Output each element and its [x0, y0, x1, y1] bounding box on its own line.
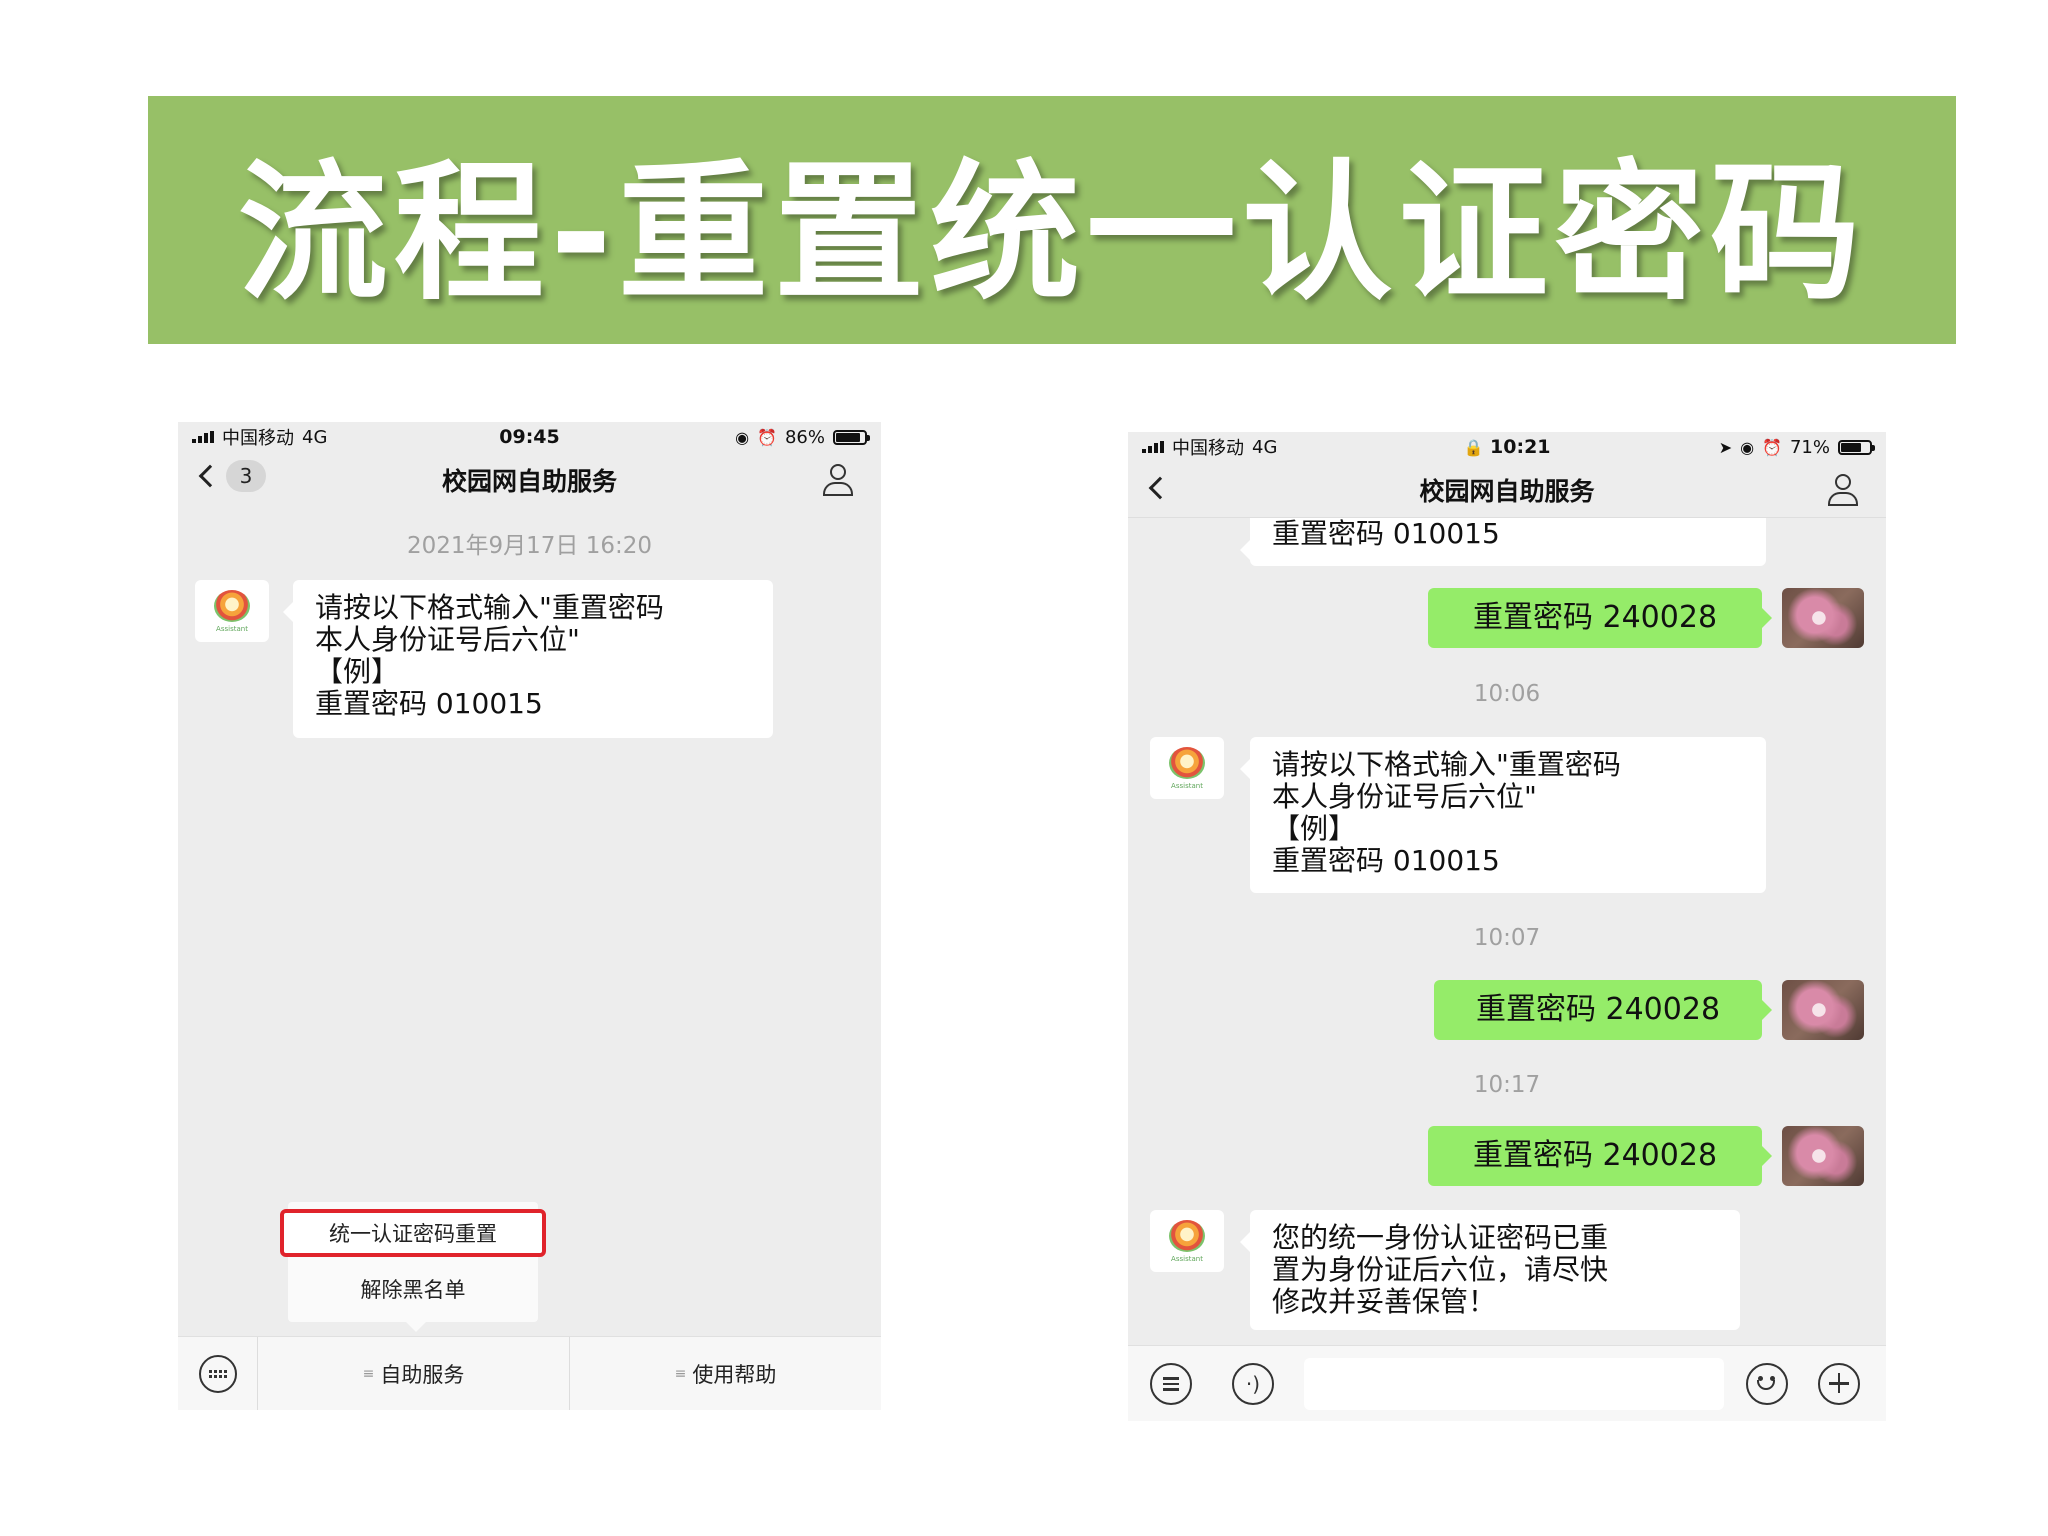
menu-lines-icon: ≡ [362, 1365, 375, 1382]
chat-title: 校园网自助服务 [441, 467, 617, 496]
back-chevron-icon [1148, 476, 1172, 500]
bottom-menu-bar: ≡ 自助服务 ≡ 使用帮助 [178, 1336, 881, 1410]
menu-toggle-icon[interactable] [1150, 1363, 1192, 1405]
message-line: 请按以下格式输入"重置密码 [315, 591, 664, 624]
back-button[interactable]: 3 [196, 460, 266, 492]
back-button[interactable] [1146, 476, 1172, 500]
assistant-logo-icon [1169, 746, 1205, 779]
message-line: 修改并妥善保管！ [1272, 1285, 1497, 1318]
message-line: 本人身份证号后六位" [315, 623, 580, 656]
sent-message[interactable]: 重置密码 240028 [1434, 980, 1772, 1040]
battery-icon [833, 429, 870, 445]
nav-bar: 校园网自助服务 [1128, 462, 1886, 518]
bot-message-result[interactable]: 您的统一身份认证密码已重 置为身份证后六位，请尽快 修改并妥善保管！ [1240, 1210, 1740, 1330]
title-banner: 流程-重置统一认证密码 [148, 96, 1956, 344]
banner-title: 流程-重置统一认证密码 [237, 146, 1867, 321]
alarm-icon: ⏰ [1762, 437, 1782, 457]
assistant-logo-icon [1169, 1219, 1205, 1252]
plus-icon[interactable] [1818, 1363, 1860, 1405]
message-line: 重置密码 010015 [315, 687, 543, 720]
signal-icon [192, 431, 214, 443]
keyboard-toggle[interactable] [178, 1337, 258, 1410]
message-line: 本人身份证号后六位" [1272, 780, 1537, 813]
message-line: 【例】 [1272, 812, 1357, 845]
avatar-caption: Assistant [216, 624, 248, 633]
menu-self-service[interactable]: ≡ 自助服务 [258, 1337, 570, 1410]
user-avatar[interactable] [1782, 980, 1864, 1040]
battery-percent: 71% [1789, 436, 1830, 458]
message-line: 请按以下格式输入"重置密码 [1272, 748, 1621, 781]
phone-screenshot-left: 中国移动 4G 09:45 ◉ ⏰ 86% 3 校园网自助服务 2021年9月1… [178, 422, 881, 1410]
bot-avatar[interactable]: Assistant [1150, 737, 1224, 799]
chat-timestamp: 10:07 [1473, 925, 1541, 951]
message-line: 重置密码 010015 [1272, 517, 1500, 550]
avatar-caption: Assistant [1171, 781, 1203, 790]
bot-message[interactable]: 请按以下格式输入"重置密码 本人身份证号后六位" 【例】 重置密码 010015 [1240, 737, 1766, 893]
status-bar: 中国移动 4G 09:45 ◉ ⏰ 86% [178, 422, 881, 452]
phone-screenshot-right: 中国移动 4G 🔒 10:21 ➤ ◉ ⏰ 71% 校园网自助服务 重置密码 0… [1128, 432, 1886, 1421]
user-avatar[interactable] [1782, 1126, 1864, 1186]
status-bar: 中国移动 4G 🔒 10:21 ➤ ◉ ⏰ 71% [1128, 432, 1886, 462]
alarm-icon: ⏰ [757, 427, 777, 447]
network-label: 4G [1252, 436, 1278, 458]
message-line: 【例】 [315, 655, 400, 688]
chat-timestamp: 10:06 [1473, 681, 1541, 707]
chat-title: 校园网自助服务 [1419, 476, 1595, 506]
message-input[interactable] [1304, 1358, 1724, 1410]
rotation-lock-icon: ◉ [1740, 437, 1755, 457]
carrier-label: 中国移动 [1172, 438, 1244, 459]
sent-message[interactable]: 重置密码 240028 [1428, 1126, 1772, 1186]
menu-label: 使用帮助 [692, 1362, 777, 1387]
input-bar: ·) [1128, 1345, 1886, 1421]
sent-message[interactable]: 重置密码 240028 [1428, 588, 1772, 648]
bot-avatar[interactable]: Assistant [1150, 1210, 1224, 1272]
menu-help[interactable]: ≡ 使用帮助 [570, 1337, 881, 1410]
assistant-logo-icon [214, 589, 250, 622]
user-avatar[interactable] [1782, 588, 1864, 648]
message-line: 置为身份证后六位，请尽快 [1272, 1253, 1609, 1286]
message-line: 您的统一身份认证密码已重 [1272, 1221, 1609, 1254]
unread-badge: 3 [226, 460, 266, 492]
emoji-icon[interactable] [1746, 1363, 1788, 1405]
signal-icon [1142, 441, 1164, 453]
menu-item-reset-password[interactable]: 统一认证密码重置 [280, 1209, 546, 1257]
location-icon: ➤ [1718, 437, 1733, 457]
chat-timestamp: 2021年9月17日 16:20 [406, 533, 653, 559]
lock-icon: 🔒 [1463, 438, 1484, 457]
menu-item-remove-blacklist[interactable]: 解除黑名单 [288, 1270, 538, 1310]
avatar-caption: Assistant [1171, 1254, 1203, 1263]
carrier-label: 中国移动 [222, 428, 294, 449]
chat-timestamp: 10:17 [1473, 1072, 1541, 1098]
nav-bar: 3 校园网自助服务 [178, 452, 881, 508]
bot-avatar[interactable]: Assistant [195, 580, 269, 642]
bot-message-partial[interactable]: 重置密码 010015 [1240, 517, 1766, 566]
message-line: 重置密码 010015 [1272, 844, 1500, 877]
person-icon[interactable] [823, 464, 853, 496]
network-label: 4G [302, 426, 328, 448]
menu-lines-icon: ≡ [674, 1365, 687, 1382]
voice-icon[interactable]: ·) [1232, 1363, 1274, 1405]
keyboard-icon [198, 1354, 237, 1393]
battery-icon [1838, 439, 1875, 455]
popup-caret [406, 1322, 426, 1332]
back-chevron-icon [198, 464, 222, 488]
person-icon[interactable] [1828, 474, 1858, 506]
status-time-text: 10:21 [1490, 436, 1551, 458]
menu-label: 自助服务 [380, 1362, 465, 1387]
popup-menu: 统一认证密码重置 解除黑名单 [280, 1202, 546, 1332]
bot-message[interactable]: 请按以下格式输入"重置密码 本人身份证号后六位" 【例】 重置密码 010015 [283, 580, 773, 738]
battery-percent: 86% [784, 426, 825, 448]
rotation-lock-icon: ◉ [735, 427, 750, 447]
